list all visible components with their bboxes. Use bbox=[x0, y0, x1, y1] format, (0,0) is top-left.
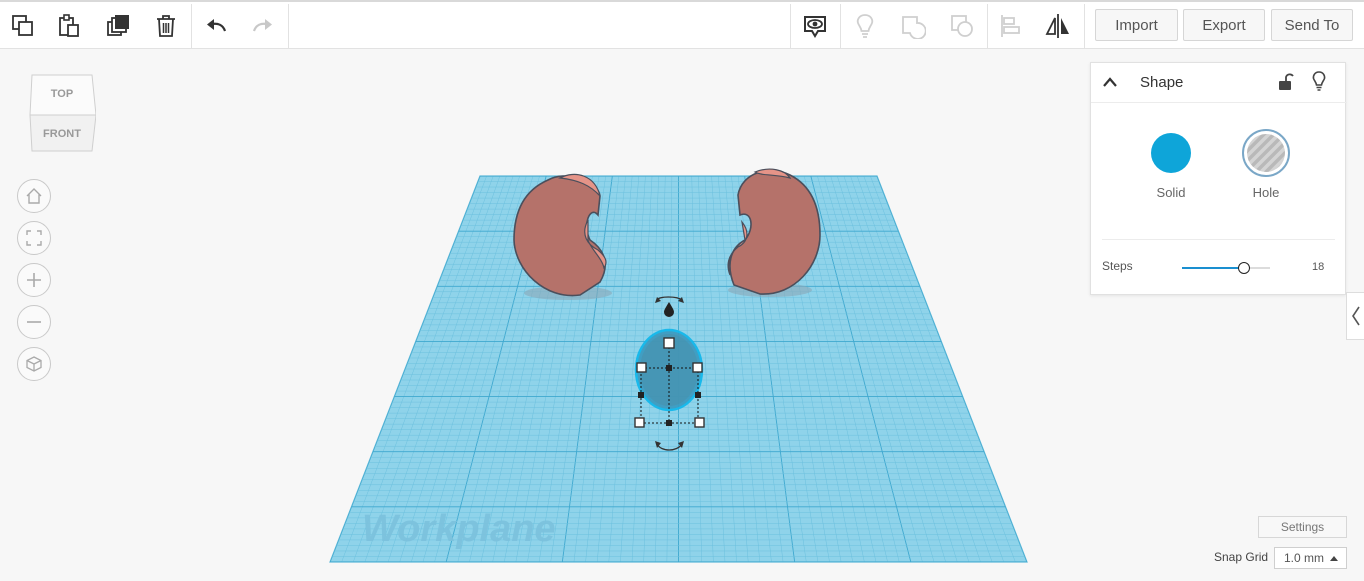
home-icon bbox=[26, 188, 42, 204]
hole-label: Hole bbox=[1252, 185, 1280, 200]
zoom-out-button[interactable] bbox=[17, 305, 51, 339]
side-handle[interactable] bbox=[695, 392, 701, 398]
snap-grid-label: Snap Grid bbox=[1214, 550, 1269, 564]
fit-view-button[interactable] bbox=[17, 221, 51, 255]
steps-value: 18 bbox=[1312, 261, 1325, 273]
snap-grid-value: 1.0 mm bbox=[1284, 551, 1325, 565]
panel-title: Shape bbox=[1140, 74, 1184, 91]
side-handle[interactable] bbox=[638, 392, 644, 398]
view-cube[interactable]: TOP FRONT bbox=[28, 73, 96, 155]
view-cube-top-label[interactable]: TOP bbox=[51, 88, 73, 100]
cube-icon bbox=[26, 356, 42, 372]
panel-divider bbox=[1102, 239, 1335, 240]
workplane-label: Workplane bbox=[362, 508, 556, 550]
steps-slider-track[interactable] bbox=[1182, 262, 1270, 274]
fit-frame-icon bbox=[26, 230, 42, 246]
center-handle[interactable] bbox=[666, 365, 672, 371]
chevron-left-icon bbox=[1351, 306, 1360, 326]
collapse-chevron-up-icon[interactable] bbox=[1102, 75, 1118, 89]
plus-icon bbox=[27, 273, 41, 287]
home-view-button[interactable] bbox=[17, 179, 51, 213]
side-handle[interactable] bbox=[666, 420, 672, 426]
corner-handle[interactable] bbox=[692, 362, 703, 373]
panel-header: Shape bbox=[1091, 63, 1347, 103]
steps-slider-thumb[interactable] bbox=[1237, 262, 1250, 274]
caret-up-icon bbox=[1330, 556, 1338, 561]
steps-label: Steps bbox=[1102, 259, 1133, 273]
settings-button[interactable]: Settings bbox=[1258, 516, 1347, 538]
panel-collapse-tab[interactable] bbox=[1346, 292, 1364, 340]
snap-grid-select[interactable]: 1.0 mm bbox=[1274, 547, 1347, 569]
solid-label: Solid bbox=[1156, 185, 1186, 200]
zoom-in-button[interactable] bbox=[17, 263, 51, 297]
perspective-button[interactable] bbox=[17, 347, 51, 381]
corner-handle[interactable] bbox=[694, 417, 705, 428]
steps-slider-fill bbox=[1182, 267, 1244, 269]
hole-swatch[interactable] bbox=[1242, 129, 1290, 177]
height-handle[interactable] bbox=[663, 337, 675, 349]
shape-inspector-panel: Shape Solid Hole Steps 18 bbox=[1090, 62, 1347, 295]
corner-handle[interactable] bbox=[634, 417, 645, 428]
minus-icon bbox=[27, 321, 41, 323]
solid-swatch[interactable] bbox=[1150, 132, 1192, 174]
view-cube-front-label[interactable]: FRONT bbox=[43, 128, 81, 140]
unlocked-padlock-icon[interactable] bbox=[1278, 72, 1294, 92]
corner-handle[interactable] bbox=[636, 362, 647, 373]
lightbulb-icon[interactable] bbox=[1310, 70, 1328, 92]
